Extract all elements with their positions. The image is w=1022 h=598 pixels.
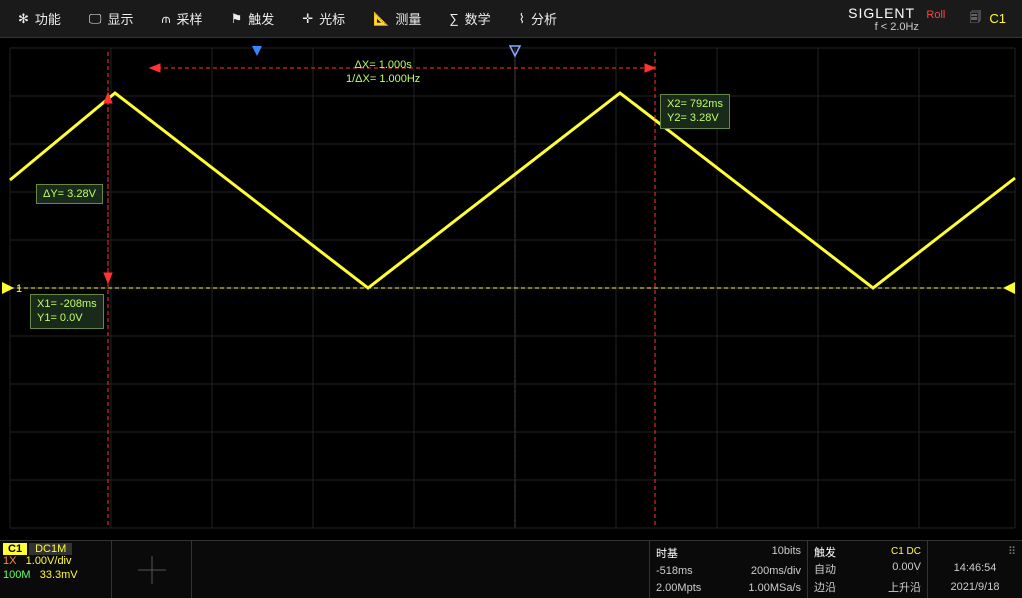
menu-label: 显示 [107, 9, 133, 28]
trigger-level: 0.00V [892, 561, 921, 577]
menu-analyze[interactable]: ⌇ 分析 [505, 0, 571, 37]
timebase-label: 时基 [656, 545, 678, 561]
cursor-x1y1-label: X1= -208ms Y1= 0.0V [30, 294, 104, 329]
menu-measure[interactable]: 📐 测量 [359, 0, 435, 37]
channel-indicator: C1 [989, 11, 1006, 26]
menu-label: 数学 [465, 9, 491, 28]
channel-vdiv: 1.00V/div [26, 555, 72, 567]
menu-dots-icon[interactable]: ⠿ [1008, 545, 1016, 557]
trigger-type: 边沿 [814, 579, 836, 595]
menu-math[interactable]: ∑ 数学 [435, 0, 504, 37]
timebase-rate: 1.00MSa/s [748, 582, 801, 594]
flag-icon: ⚑ [231, 11, 243, 27]
menu-func[interactable]: ✻ 功能 [4, 0, 75, 37]
trigger-mode: 自动 [814, 561, 836, 577]
cursor-x2y2-label: X2= 792ms Y2= 3.28V [660, 94, 730, 129]
waveform-display[interactable]: 1 ΔX= 1.000s 1/ΔX= 1.000Hz ΔY= 3.28V [0, 38, 1022, 530]
channel-block-c1[interactable]: C1 DC1M 1X 1.00V/div 100M 33.3mV [0, 541, 112, 598]
menu-label: 光标 [319, 9, 345, 28]
trigger-label: 触发 [814, 544, 836, 560]
menu-display[interactable]: 🖵 显示 [75, 0, 148, 37]
channel-coupling: DC1M [29, 543, 72, 555]
trigger-source: C1 DC [891, 546, 921, 557]
monitor-icon: 🖵 [89, 11, 102, 27]
channel-probe: 1X [3, 555, 16, 567]
menu-label: 测量 [395, 9, 421, 28]
menu-acquire[interactable]: ⫙ 采样 [147, 0, 216, 37]
timebase-mpts: 2.00Mpts [656, 582, 701, 594]
date-value: 2021/9/18 [934, 580, 1016, 594]
channel-bw: 100M [3, 569, 31, 581]
ruler-icon: 📐 [373, 11, 389, 27]
right-status: 🗐 C1 [957, 0, 1018, 37]
brand-freq: f < 2.0Hz [875, 21, 919, 33]
channel-offset: 33.3mV [40, 569, 78, 581]
level-crosshair [112, 541, 192, 598]
status-bar: C1 DC1M 1X 1.00V/div 100M 33.3mV 时基 10bi… [0, 540, 1022, 598]
roll-mode: Roll [926, 9, 945, 21]
time-value: 14:46:54 [934, 561, 1016, 575]
menu-cursor[interactable]: ✛ 光标 [288, 0, 359, 37]
gear-icon: ✻ [18, 11, 29, 27]
brand-name: SIGLENT [848, 5, 915, 21]
menu-label: 采样 [177, 9, 203, 28]
timebase-bits: 10bits [772, 545, 801, 561]
timebase-delay: -518ms [656, 565, 693, 577]
menu-label: 功能 [35, 9, 61, 28]
datetime-block: ⠿ 14:46:54 2021/9/18 [928, 541, 1022, 598]
delta-x-label: ΔX= 1.000s 1/ΔX= 1.000Hz [346, 58, 420, 87]
sample-icon: ⫙ [161, 11, 170, 27]
menubar: ✻ 功能 🖵 显示 ⫙ 采样 ⚑ 触发 ✛ 光标 📐 测量 ∑ 数学 ⌇ 分析 … [0, 0, 1022, 38]
menu-trigger[interactable]: ⚑ 触发 [217, 0, 289, 37]
trigger-slope: 上升沿 [888, 579, 921, 595]
crosshair-icon: ✛ [302, 11, 313, 27]
math-icon: ∑ [449, 11, 458, 26]
channel-badge: C1 [3, 543, 27, 555]
menu-label: 触发 [248, 9, 274, 28]
svg-text:1: 1 [16, 283, 22, 295]
scope-grid: 1 [0, 38, 1022, 530]
analyze-icon: ⌇ [519, 11, 525, 27]
timebase-block[interactable]: 时基 10bits -518ms 200ms/div 2.00Mpts 1.00… [650, 541, 808, 598]
brand-block: SIGLENT Roll f < 2.0Hz [836, 5, 957, 33]
trigger-block[interactable]: 触发 C1 DC 自动 0.00V 边沿 上升沿 [808, 541, 928, 598]
timebase-scale: 200ms/div [751, 565, 801, 577]
status-spacer [192, 541, 650, 598]
delta-y-label: ΔY= 3.28V [36, 184, 103, 204]
menu-label: 分析 [531, 9, 557, 28]
clipboard-icon[interactable]: 🗐 [969, 8, 981, 29]
